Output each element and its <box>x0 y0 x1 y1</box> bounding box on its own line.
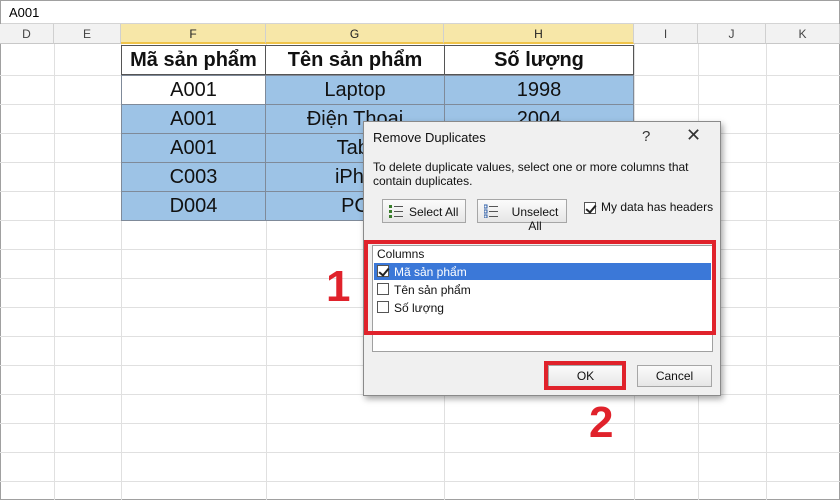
cancel-button[interactable]: Cancel <box>637 365 712 387</box>
select-all-icon <box>389 204 403 218</box>
help-icon[interactable]: ? <box>642 128 650 145</box>
table-header-cell[interactable]: Tên sản phẩm <box>265 45 445 75</box>
ok-highlight-box <box>544 361 626 390</box>
table-cell[interactable]: Laptop <box>265 75 445 105</box>
step-number-2: 2 <box>589 398 614 447</box>
column-header-d[interactable]: D <box>0 24 54 44</box>
table-cell[interactable]: A001 <box>121 104 266 134</box>
unselect-all-label: Unselect All <box>511 205 559 233</box>
formula-bar[interactable]: A001 <box>1 1 839 24</box>
table-cell[interactable]: 1998 <box>444 75 634 105</box>
column-header-k[interactable]: K <box>766 24 840 44</box>
gridline <box>0 423 840 424</box>
gridline <box>766 44 767 500</box>
column-header-i[interactable]: I <box>634 24 698 44</box>
column-header-f[interactable]: F <box>121 24 266 44</box>
gridline <box>54 44 55 500</box>
table-cell[interactable]: C003 <box>121 162 266 192</box>
gridline <box>0 452 840 453</box>
columns-highlight-box <box>364 240 716 335</box>
close-icon[interactable]: ✕ <box>686 125 701 146</box>
dialog-title: Remove Duplicates <box>373 130 486 145</box>
column-header-h[interactable]: H <box>444 24 634 44</box>
column-header-e[interactable]: E <box>54 24 121 44</box>
table-cell[interactable]: A001 <box>121 75 266 105</box>
unselect-all-icon <box>483 204 498 219</box>
my-data-has-headers-label: My data has headers <box>601 200 714 214</box>
dialog-description: To delete duplicate values, select one o… <box>373 160 689 188</box>
unselect-all-button[interactable]: Unselect All <box>477 199 567 233</box>
select-all-label: Select All <box>409 205 459 219</box>
table-header-cell[interactable]: Mã sản phẩm <box>121 45 266 75</box>
table-header-cell[interactable]: Số lượng <box>444 45 634 75</box>
column-header-g[interactable]: G <box>266 24 444 44</box>
formula-bar-value: A001 <box>9 5 40 20</box>
select-all-button[interactable]: Select All <box>382 199 466 223</box>
my-data-has-headers-checkbox[interactable] <box>584 202 596 214</box>
step-number-1: 1 <box>326 262 351 311</box>
gridline <box>0 481 840 482</box>
column-header-j[interactable]: J <box>698 24 766 44</box>
table-cell[interactable]: A001 <box>121 133 266 163</box>
table-cell[interactable]: D004 <box>121 191 266 221</box>
